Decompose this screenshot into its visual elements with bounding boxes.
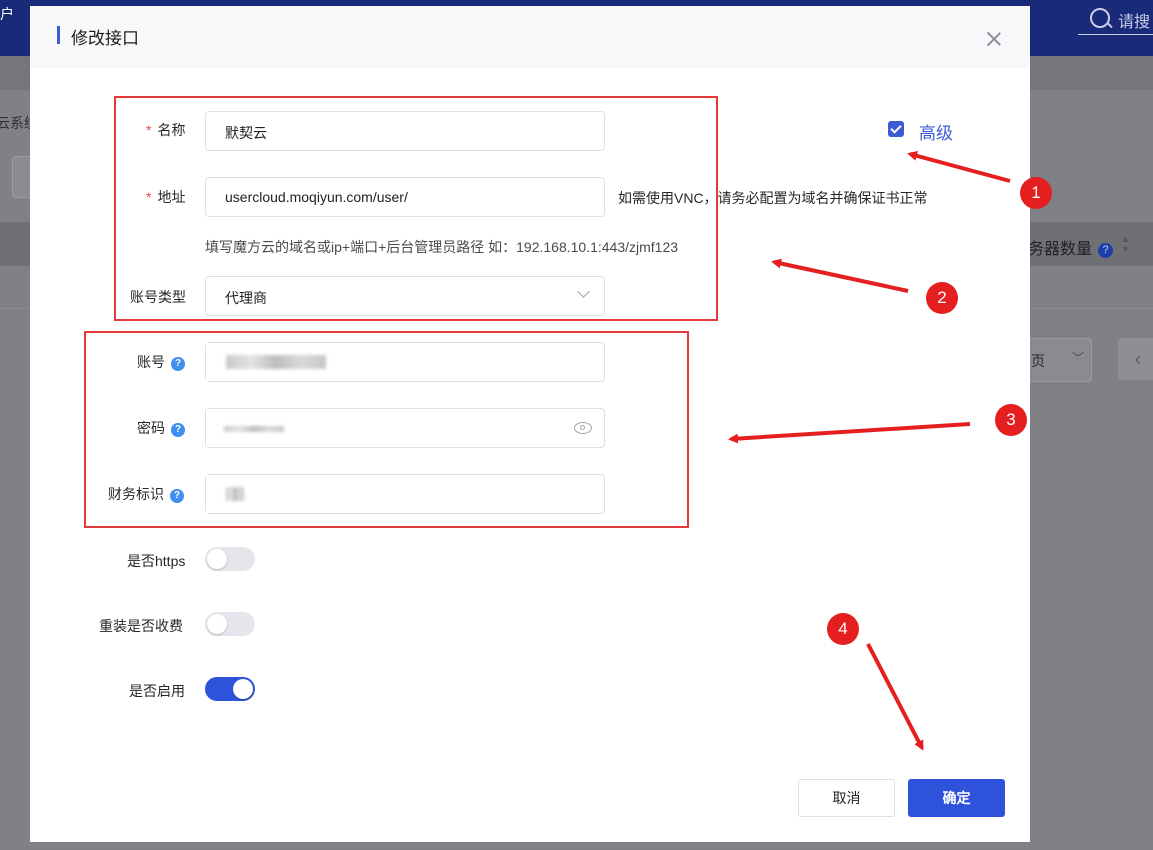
annotation-badge-1: 1 [1020, 177, 1052, 209]
annotation-arrow-1 [907, 150, 1011, 183]
annotation-badge-3: 3 [995, 404, 1027, 436]
annotation-arrow-4 [866, 643, 924, 751]
annotation-arrow-2 [771, 258, 909, 293]
annotation-badge-2: 2 [926, 282, 958, 314]
annotation-arrow-3 [728, 422, 971, 444]
annotation-badge-4: 4 [827, 613, 859, 645]
annotation-arrows [728, 150, 1011, 751]
